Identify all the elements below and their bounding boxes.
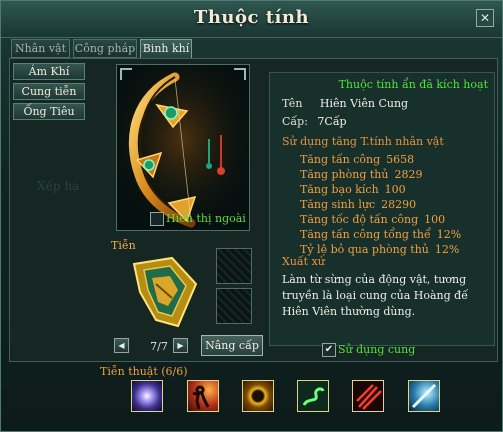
attributes-window: Thuộc tính ✕ Nhân vật Công pháp Binh khí… bbox=[0, 0, 503, 432]
stat-value: 5658 bbox=[386, 153, 415, 166]
subtab-bow-arrow[interactable]: Cung tiễn bbox=[13, 83, 85, 100]
blue-lance-skill-icon[interactable] bbox=[408, 380, 440, 412]
stat-row: Tăng bạo kích 100 bbox=[300, 183, 406, 196]
name-key: Tên bbox=[282, 97, 303, 110]
weapon-preview[interactable] bbox=[116, 64, 250, 231]
title-bar[interactable]: Thuộc tính ✕ bbox=[1, 1, 502, 38]
fire-warrior-skill-icon[interactable] bbox=[187, 380, 219, 412]
faded-background-text: Xếp hạ bbox=[37, 179, 80, 193]
arrow-slot-1[interactable] bbox=[216, 248, 252, 284]
bow-model-image bbox=[117, 65, 249, 230]
usage-heading: Sử dụng tăng T.tính nhân vật bbox=[282, 135, 444, 148]
golden-ring-skill-icon[interactable] bbox=[242, 380, 274, 412]
prev-page-button[interactable]: ◀ bbox=[114, 338, 129, 353]
item-name: Hiên Viên Cung bbox=[319, 97, 409, 110]
stat-value: 2829 bbox=[394, 168, 423, 181]
stat-label: Tăng bạo kích bbox=[300, 183, 379, 196]
stat-row: Tăng tấn công 5658 bbox=[300, 153, 414, 166]
warrior-silhouette bbox=[192, 385, 210, 410]
use-bow-checkbox[interactable]: ✔ bbox=[322, 343, 336, 357]
hidden-attr-notice: Thuộc tính ẩn đã kích hoạt bbox=[338, 78, 488, 91]
subtab-hidden-weapon[interactable]: Ám Khí bbox=[13, 63, 85, 80]
stat-value: 100 bbox=[424, 213, 446, 226]
upgrade-button[interactable]: Nâng cấp bbox=[201, 335, 263, 356]
frame-corner-decor bbox=[120, 68, 132, 80]
window-title: Thuộc tính bbox=[193, 7, 310, 28]
stat-row: Tăng sinh lực 28290 bbox=[300, 198, 416, 211]
arrow-skills-title: Tiễn thuật (6/6) bbox=[100, 365, 188, 378]
red-arrows-skill-icon[interactable] bbox=[352, 380, 384, 412]
stat-row: Tăng tấn công tổng thể 12% bbox=[300, 228, 461, 241]
stat-label: Tăng tấn công bbox=[300, 153, 381, 166]
level-key: Cấp: bbox=[282, 115, 308, 128]
stat-value: 12% bbox=[434, 243, 460, 256]
close-button[interactable]: ✕ bbox=[476, 9, 494, 27]
stat-row: Tăng tốc độ tấn công 100 bbox=[300, 213, 445, 226]
stat-label: Tăng tốc độ tấn công bbox=[300, 213, 419, 226]
weapon-panel: Ám Khí Cung tiễn Ống Tiêu Xếp hạ Hiển th… bbox=[9, 58, 498, 362]
subtab-dart-tube[interactable]: Ống Tiêu bbox=[13, 103, 85, 120]
green-serpent-skill-icon[interactable] bbox=[297, 380, 329, 412]
tab-skills[interactable]: Công pháp bbox=[73, 39, 137, 58]
frame-corner-decor bbox=[234, 68, 246, 80]
quiver-icon bbox=[132, 256, 198, 328]
stat-value: 28290 bbox=[381, 198, 417, 211]
stat-row: Tăng phòng thủ 2829 bbox=[300, 168, 422, 181]
stat-label: Tăng sinh lực bbox=[300, 198, 376, 211]
red-arrows-shape bbox=[356, 384, 382, 410]
arrow-slot-2[interactable] bbox=[216, 288, 252, 324]
item-info-panel: Thuộc tính ẩn đã kích hoạt Tên Hiên Viên… bbox=[269, 72, 495, 346]
stat-value: 100 bbox=[384, 183, 406, 196]
page-indicator: 7/7 bbox=[150, 340, 168, 353]
stat-label: Tăng tấn công tổng thể bbox=[300, 228, 431, 241]
arrow-section-label: Tiễn bbox=[111, 239, 136, 252]
show-outer-checkbox[interactable] bbox=[150, 212, 164, 226]
arrow-quiver-image[interactable] bbox=[126, 254, 212, 330]
lance-shape bbox=[411, 383, 437, 409]
use-bow-label: Sử dụng cung bbox=[338, 343, 416, 356]
tab-weapons[interactable]: Binh khí bbox=[140, 39, 192, 59]
tab-character[interactable]: Nhân vật bbox=[11, 39, 70, 58]
next-page-button[interactable]: ▶ bbox=[173, 338, 188, 353]
stat-value: 12% bbox=[436, 228, 462, 241]
show-outer-label: Hiển thị ngoài bbox=[166, 212, 246, 225]
item-level: 7Cấp bbox=[317, 115, 347, 128]
origin-heading: Xuất xứ bbox=[282, 255, 325, 268]
serpent-shape bbox=[302, 387, 325, 406]
origin-description: Làm từ sừng của động vật, tương truyền l… bbox=[282, 273, 468, 318]
starburst-skill-icon[interactable] bbox=[131, 380, 163, 412]
stat-label: Tăng phòng thủ bbox=[300, 168, 389, 181]
